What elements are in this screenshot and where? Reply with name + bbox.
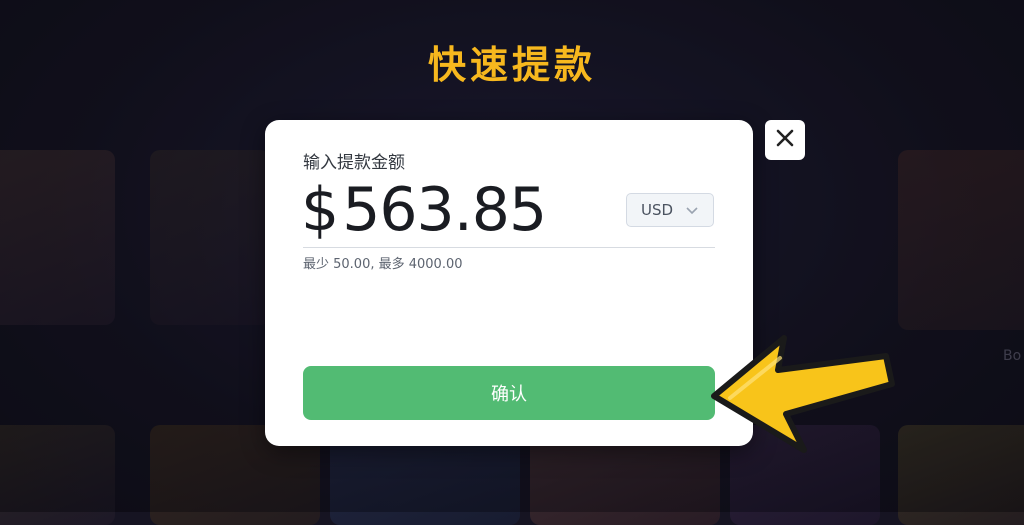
page-title: 快速提款 bbox=[427, 43, 596, 87]
close-button[interactable] bbox=[765, 120, 805, 160]
pointer-arrow-icon bbox=[700, 318, 900, 472]
currency-select[interactable]: USD bbox=[626, 193, 714, 227]
currency-select-value: USD bbox=[641, 201, 674, 219]
chevron-down-icon bbox=[685, 203, 699, 221]
currency-symbol: $ bbox=[301, 175, 339, 245]
amount-label: 输入提款金额 bbox=[303, 153, 405, 173]
amount-value: 563.85 bbox=[342, 175, 547, 245]
amount-underline bbox=[303, 247, 715, 248]
amount-limits: 最少 50.00, 最多 4000.00 bbox=[303, 257, 463, 272]
withdraw-dialog: 输入提款金额 $563.85 USD 最少 50.00, 最多 4000.00 … bbox=[265, 120, 753, 446]
amount-input[interactable]: $563.85 bbox=[301, 172, 547, 248]
close-icon bbox=[775, 128, 795, 152]
confirm-button[interactable]: 确认 bbox=[303, 366, 715, 420]
